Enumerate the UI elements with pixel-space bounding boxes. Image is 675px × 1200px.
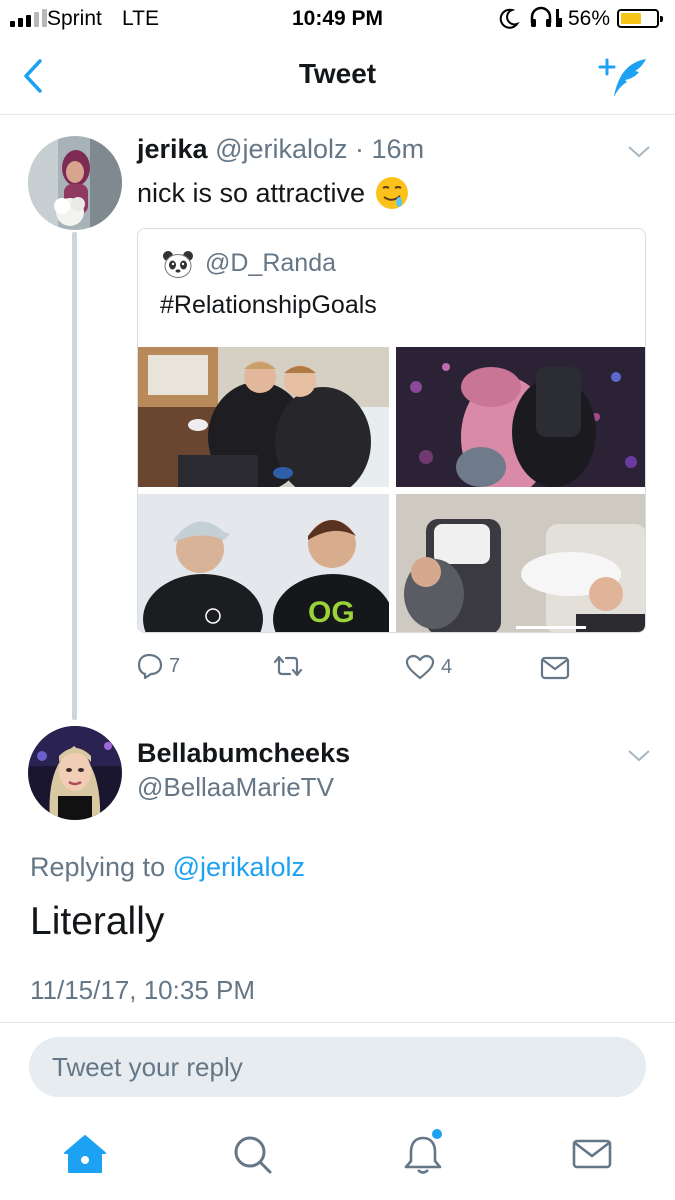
replying-to-label: Replying to (30, 852, 166, 882)
retweet-button[interactable] (271, 654, 305, 678)
tab-home[interactable] (60, 1128, 110, 1178)
thread-line (72, 232, 77, 720)
battery-icon (617, 9, 663, 28)
panda-emoji-icon (163, 250, 193, 278)
chevron-down-icon (628, 750, 650, 762)
author-handle[interactable]: @jerikalolz (215, 134, 347, 164)
like-count: 4 (441, 655, 453, 678)
reply-button[interactable]: 7 (137, 652, 180, 680)
reply-text: Literally (30, 900, 165, 943)
reply-author-handle[interactable]: @BellaaMarieTV (137, 772, 334, 803)
svg-text:OG: OG (308, 596, 355, 629)
quoted-handle: @D_Randa (205, 249, 337, 277)
compose-button[interactable] (598, 54, 650, 100)
tab-messages[interactable] (567, 1128, 617, 1178)
avatar[interactable] (28, 136, 122, 230)
tweet-menu-button[interactable] (626, 144, 652, 160)
chevron-down-icon (628, 146, 650, 158)
replying-to-link[interactable]: @jerikalolz (173, 852, 305, 882)
tweet-text: nick is so attractive (137, 176, 409, 210)
notifications-icon (404, 1129, 442, 1174)
media-photo[interactable] (396, 347, 645, 487)
tab-notifications[interactable] (399, 1128, 449, 1178)
page-title: Tweet (298, 58, 377, 89)
drooling-face-icon (376, 177, 409, 209)
battery-percent: 56% (568, 7, 611, 30)
reply-input[interactable]: Tweet your reply (29, 1037, 646, 1097)
headphones-icon (529, 5, 565, 37)
reply-author-name[interactable]: Bellabumcheeks (137, 738, 350, 769)
compose-icon (598, 58, 646, 97)
dm-icon (540, 656, 570, 680)
media-grid: OG (138, 347, 645, 632)
like-button[interactable]: 4 (405, 654, 452, 680)
quoted-header: @D_Randa (163, 249, 336, 278)
reply-icon (137, 653, 163, 680)
like-icon (405, 654, 435, 680)
quoted-tweet[interactable]: @D_Randa #RelationshipGoals OG (137, 228, 646, 633)
tweet-actions: 7 4 (137, 652, 577, 688)
avatar[interactable] (28, 726, 122, 820)
search-icon (234, 1136, 272, 1174)
tab-search[interactable] (228, 1128, 278, 1178)
reply-input-placeholder: Tweet your reply (52, 1052, 243, 1082)
divider (0, 1022, 675, 1023)
tweet-header: jerika @jerikalolz · 16m (137, 134, 424, 165)
tweet-text-content: nick is so attractive (137, 177, 366, 208)
reply-menu-button[interactable] (626, 748, 652, 764)
home-icon (64, 1135, 106, 1173)
author-name[interactable]: jerika (137, 134, 208, 164)
replying-to: Replying to @jerikalolz (30, 852, 305, 883)
media-photo[interactable]: OG (138, 494, 389, 632)
quoted-text: #RelationshipGoals (160, 291, 377, 319)
reply-count: 7 (169, 654, 181, 677)
reply-timestamp: 11/15/17, 10:35 PM (30, 975, 256, 1005)
dm-share-button[interactable] (540, 656, 570, 680)
status-bar: Sprint LTE 10:49 PM 56% (0, 0, 675, 40)
messages-icon (572, 1139, 612, 1169)
retweet-icon (273, 655, 303, 677)
do-not-disturb-icon (498, 7, 520, 37)
tweet-age: · 16m (355, 134, 425, 164)
media-photo[interactable] (138, 347, 389, 487)
media-photo[interactable] (396, 494, 645, 632)
nav-bar: Tweet (0, 40, 675, 115)
